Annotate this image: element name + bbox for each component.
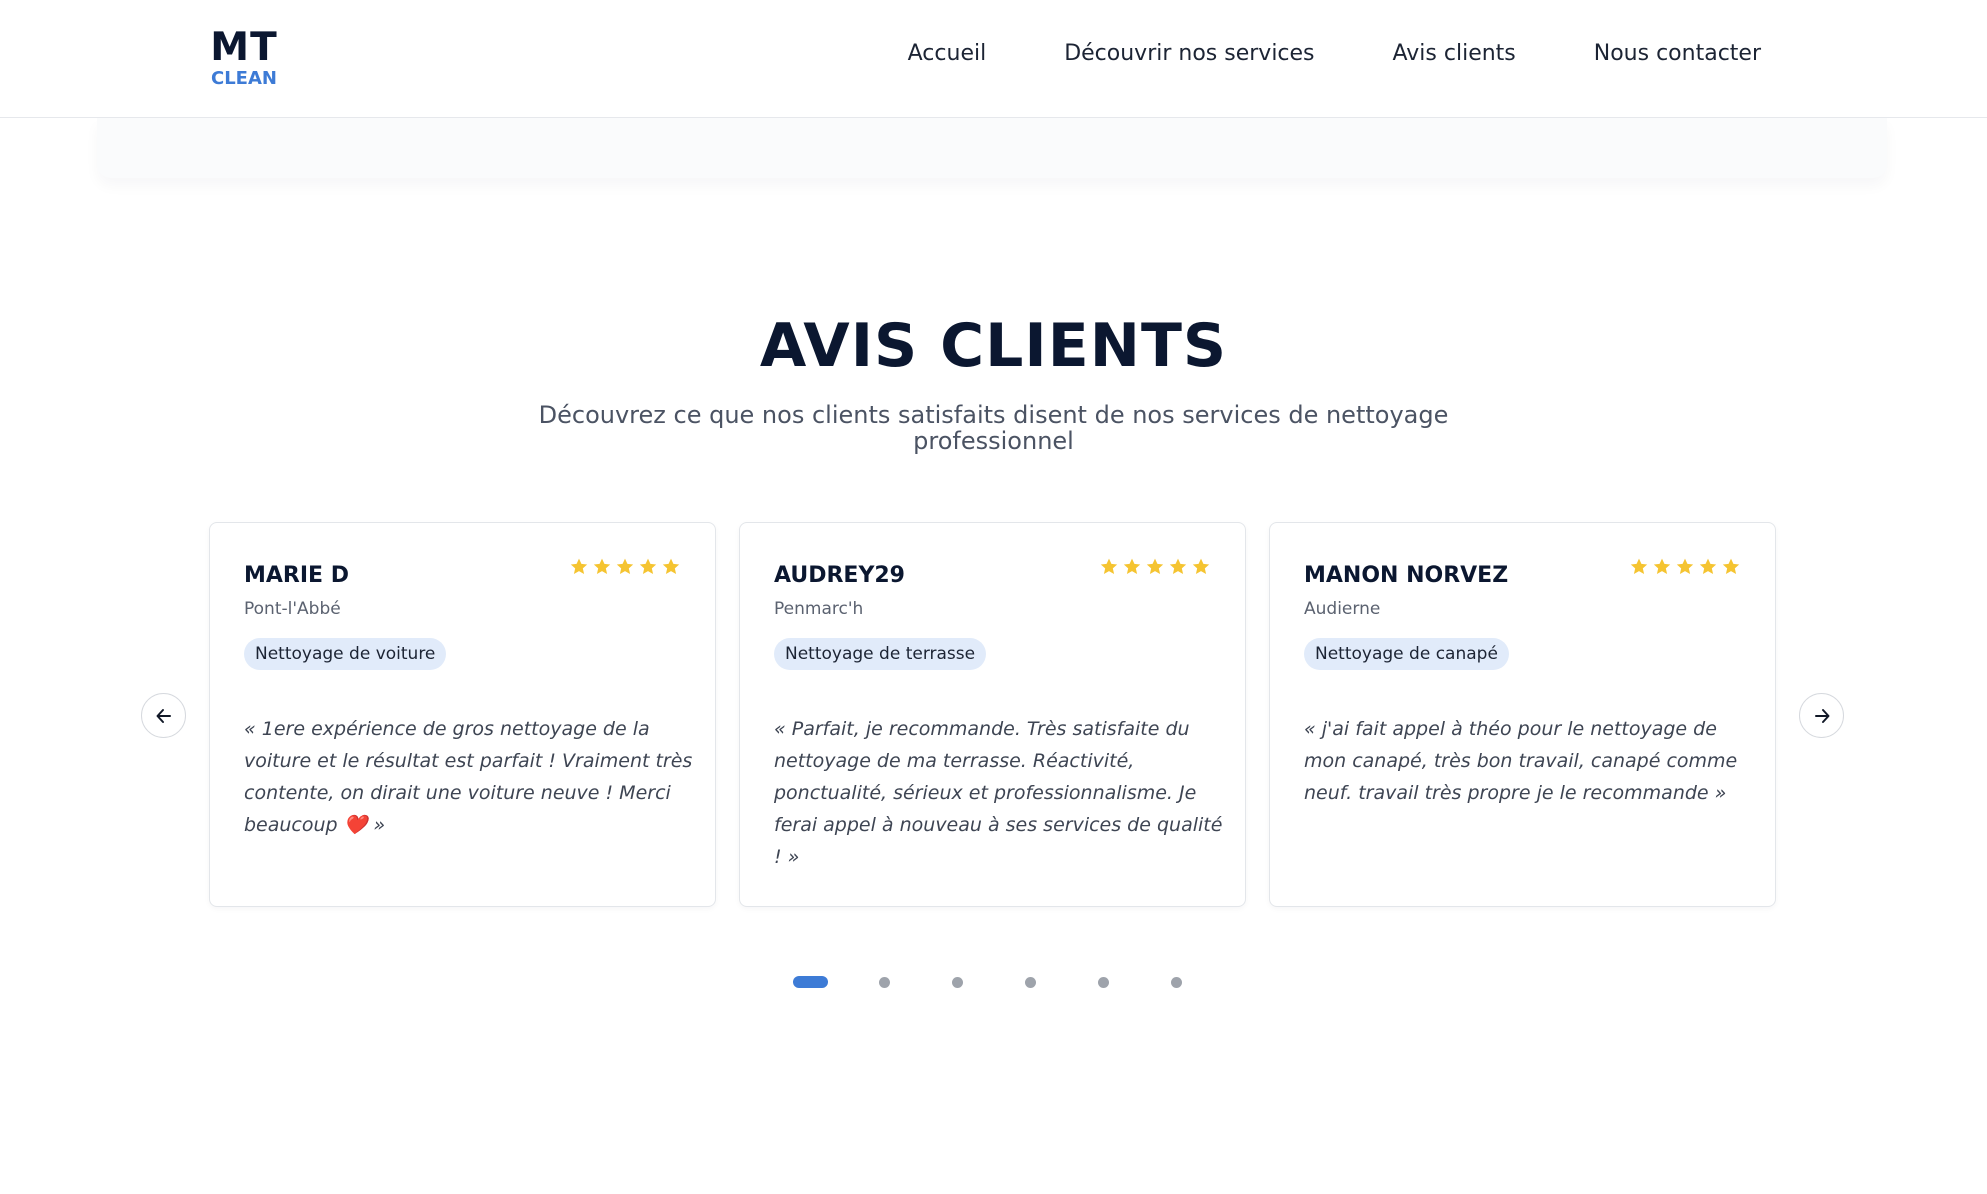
logo[interactable]: MT CLEAN: [208, 28, 280, 89]
star-icon: [1676, 558, 1694, 574]
carousel-prev-button[interactable]: [141, 693, 186, 738]
pagination-dot-2[interactable]: [879, 977, 890, 988]
star-icon: [1653, 558, 1671, 574]
review-quote: « j'ai fait appel à théo pour le nettoya…: [1304, 718, 1738, 804]
header-fade-panel: [97, 118, 1887, 178]
star-icon: [1722, 558, 1740, 574]
star-icon: [593, 558, 611, 574]
main-nav: Accueil Découvrir nos services Avis clie…: [908, 41, 1761, 66]
review-card: MANON NORVEZ Audierne Nettoyage de canap…: [1269, 522, 1776, 907]
carousel-next-button[interactable]: [1799, 693, 1844, 738]
star-icon: [616, 558, 634, 574]
star-icon: [1630, 558, 1648, 574]
pagination-dot-5[interactable]: [1098, 977, 1109, 988]
nav-link-contact[interactable]: Nous contacter: [1594, 41, 1761, 66]
site-header: MT CLEAN Accueil Découvrir nos services …: [0, 0, 1987, 118]
reviewer-city: Pont-l'Abbé: [244, 599, 341, 619]
pagination-dot-4[interactable]: [1025, 977, 1036, 988]
reviewer-city: Audierne: [1304, 599, 1381, 619]
star-icon: [1123, 558, 1141, 574]
reviewer-name: MARIE D: [244, 563, 349, 588]
star-icon: [1169, 558, 1187, 574]
review-quote: « 1ere expérience de gros nettoyage de l…: [244, 718, 693, 836]
reviewer-name: AUDREY29: [774, 563, 905, 588]
logo-text-main: MT: [210, 25, 278, 70]
section-subtitle: Découvrez ce que nos clients satisfaits …: [538, 401, 1449, 455]
arrow-left-icon: [156, 708, 171, 723]
star-icon: [1100, 558, 1118, 574]
nav-link-accueil[interactable]: Accueil: [908, 41, 987, 66]
pagination-dot-3[interactable]: [952, 977, 963, 988]
review-quote: « Parfait, je recommande. Très satisfait…: [774, 718, 1223, 868]
arrow-right-icon: [1814, 708, 1829, 723]
star-icon: [1146, 558, 1164, 574]
reviewer-name: MANON NORVEZ: [1304, 563, 1509, 588]
star-rating: [1629, 557, 1741, 577]
nav-link-avis[interactable]: Avis clients: [1393, 41, 1516, 66]
star-rating: [569, 557, 681, 577]
nav-link-services[interactable]: Découvrir nos services: [1064, 41, 1314, 66]
service-tag: Nettoyage de canapé: [1304, 638, 1509, 670]
service-tag: Nettoyage de terrasse: [774, 638, 987, 670]
star-icon: [570, 558, 588, 574]
section-title: AVIS CLIENTS: [759, 311, 1228, 381]
pagination-dot-6[interactable]: [1171, 977, 1182, 988]
review-card: AUDREY29 Penmarc'h Nettoyage de terrasse…: [739, 522, 1246, 907]
reviewer-city: Penmarc'h: [774, 599, 864, 619]
logo-text-sub: CLEAN: [211, 68, 277, 89]
star-icon: [662, 558, 680, 574]
star-icon: [639, 558, 657, 574]
pagination-dot-1[interactable]: [793, 976, 828, 988]
star-icon: [1699, 558, 1717, 574]
review-card: MARIE D Pont-l'Abbé Nettoyage de voiture…: [209, 522, 716, 907]
star-icon: [1192, 558, 1210, 574]
star-rating: [1099, 557, 1211, 577]
service-tag: Nettoyage de voiture: [244, 638, 447, 670]
